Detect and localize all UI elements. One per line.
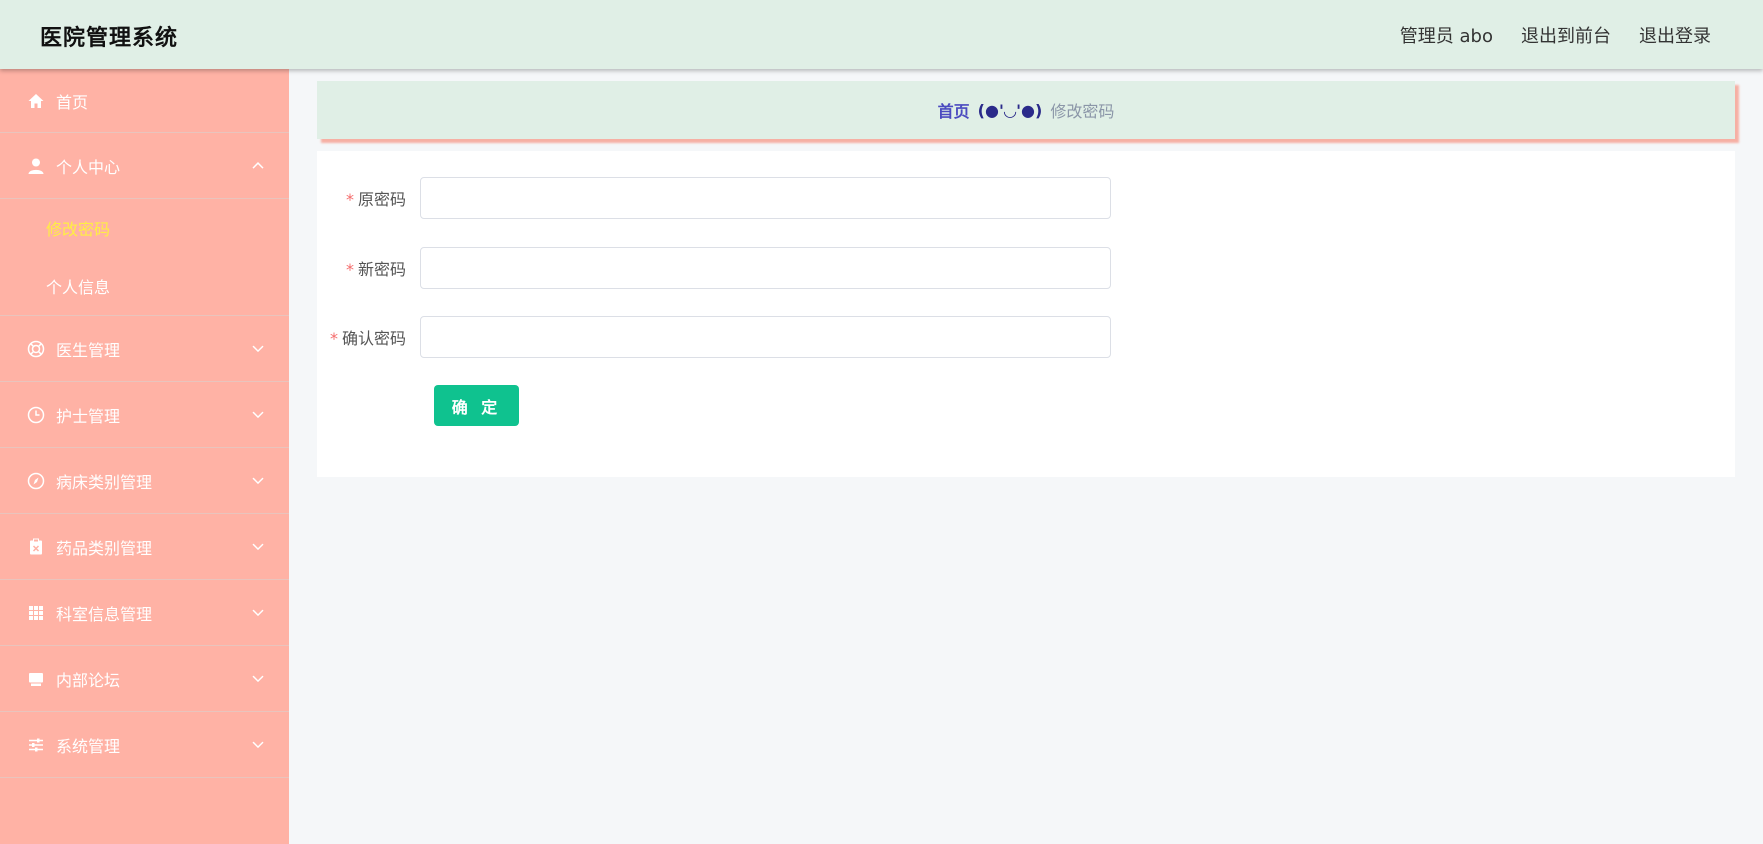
sidebar-item-nurse-management[interactable]: 护士管理 — [0, 382, 289, 448]
breadcrumb: 首页 (●'◡'●) 修改密码 — [317, 81, 1735, 139]
sidebar-item-label: 病床类别管理 — [56, 472, 153, 492]
sidebar-item-personal-center[interactable]: 个人中心 — [0, 133, 289, 199]
confirm-password-label: * 确认密码 — [329, 329, 406, 348]
chevron-down-icon — [251, 604, 265, 618]
sidebar-item-bed-category-management[interactable]: 病床类别管理 — [0, 448, 289, 514]
old-password-label: * 原密码 — [345, 190, 406, 209]
sidebar-item-label: 医生管理 — [56, 340, 121, 360]
admin-username: 管理员 abo — [1399, 26, 1493, 47]
sliders-icon — [26, 735, 46, 755]
new-password-input[interactable] — [420, 247, 1111, 289]
clipboard-icon — [26, 537, 46, 557]
chevron-down-icon — [251, 340, 265, 354]
sidebar-item-doctor-management[interactable]: 医生管理 — [0, 316, 289, 382]
home-icon — [26, 91, 46, 111]
logout-link[interactable]: 退出登录 — [1639, 22, 1711, 48]
change-password-form: * 原密码 * 新密码 * 确认密码 确 定 — [317, 151, 1735, 477]
sidebar-item-label: 个人中心 — [56, 157, 121, 177]
clock-icon — [26, 405, 46, 425]
sidebar-item-home[interactable]: 首页 — [0, 69, 289, 133]
header-actions: 管理员 abo 退出到前台 退出登录 — [1400, 22, 1711, 48]
chevron-down-icon — [251, 538, 265, 552]
grid-icon — [26, 603, 46, 623]
sidebar-item-label: 首页 — [56, 92, 89, 112]
monitor-icon — [26, 669, 46, 689]
breadcrumb-separator: (●'◡'●) — [977, 100, 1043, 120]
chevron-down-icon — [251, 670, 265, 684]
exit-to-front-link[interactable]: 退出到前台 — [1521, 22, 1611, 48]
chevron-down-icon — [251, 406, 265, 420]
user-icon — [26, 156, 46, 176]
sidebar-subitem-personal-info[interactable]: 个人信息 — [0, 257, 289, 315]
sidebar-item-label: 系统管理 — [56, 736, 121, 756]
form-row-old-password: * 原密码 — [317, 177, 1735, 219]
required-mark: * — [329, 329, 338, 348]
sidebar-item-department-info-management[interactable]: 科室信息管理 — [0, 580, 289, 646]
app-title: 医院管理系统 — [40, 26, 179, 51]
required-mark: * — [345, 260, 354, 279]
sidebar-item-label: 科室信息管理 — [56, 604, 153, 624]
sidebar-item-drug-category-management[interactable]: 药品类别管理 — [0, 514, 289, 580]
confirm-password-input[interactable] — [420, 316, 1111, 358]
new-password-label: * 新密码 — [345, 260, 406, 279]
form-row-new-password: * 新密码 — [317, 247, 1735, 289]
required-mark: * — [345, 190, 354, 209]
breadcrumb-home-link[interactable]: 首页 — [938, 98, 970, 122]
breadcrumb-current: 修改密码 — [1050, 102, 1115, 121]
personal-center-submenu: 修改密码 个人信息 — [0, 199, 289, 316]
sidebar-item-label: 内部论坛 — [56, 670, 121, 690]
sidebar-item-label: 护士管理 — [56, 406, 121, 426]
sidebar-menu: 首页 个人中心 修改密码 个人信息 医生管理 护士管理 病床类别管理 药品类别管… — [0, 69, 289, 844]
chevron-down-icon — [251, 736, 265, 750]
old-password-input[interactable] — [420, 177, 1111, 219]
sidebar-item-internal-forum[interactable]: 内部论坛 — [0, 646, 289, 712]
chevron-up-icon — [251, 157, 265, 171]
sidebar-item-system-management[interactable]: 系统管理 — [0, 712, 289, 778]
compass-icon — [26, 471, 46, 491]
form-row-confirm-password: * 确认密码 — [317, 316, 1735, 358]
sidebar-item-label: 药品类别管理 — [56, 538, 153, 558]
top-header: 医院管理系统 管理员 abo 退出到前台 退出登录 — [0, 0, 1763, 69]
sidebar-subitem-change-password[interactable]: 修改密码 — [0, 199, 289, 257]
confirm-button[interactable]: 确 定 — [434, 385, 519, 426]
chevron-down-icon — [251, 472, 265, 486]
lifebuoy-icon — [26, 339, 46, 359]
